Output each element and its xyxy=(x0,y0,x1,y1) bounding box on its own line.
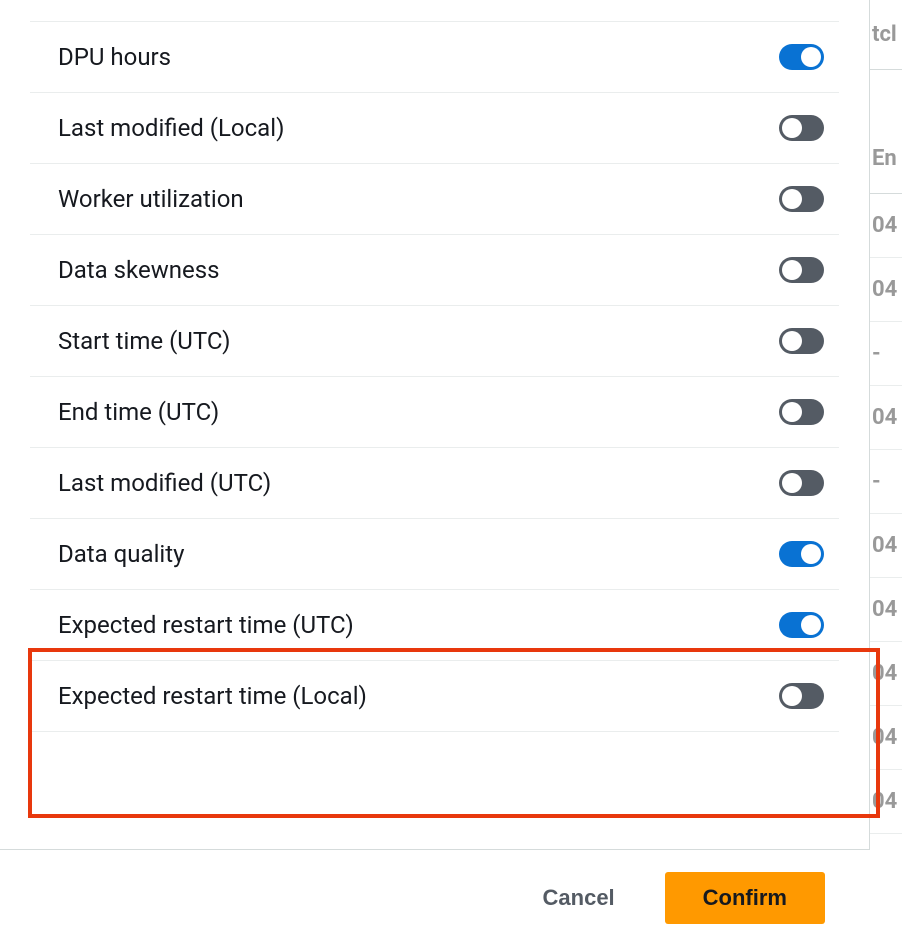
preference-row: DPU hours xyxy=(30,22,839,93)
preference-row: Last modified (UTC) xyxy=(30,448,839,519)
bg-data-cell: 04 xyxy=(870,194,902,258)
preference-label: Expected restart time (Local) xyxy=(30,682,367,710)
toggle-switch[interactable] xyxy=(779,541,824,567)
bg-data-cell: 04 xyxy=(870,386,902,450)
toggle-switch[interactable] xyxy=(779,44,824,70)
bg-header-cell: tcl xyxy=(870,0,902,70)
bg-data-cell: 04 xyxy=(870,770,902,834)
column-preferences-panel: Worker type DPU hours Last modified (Local… xyxy=(0,0,870,942)
preference-row: Worker utilization xyxy=(30,164,839,235)
preference-row: Expected restart time (Local) xyxy=(30,661,839,732)
toggle-knob xyxy=(782,189,802,209)
toggle-switch[interactable] xyxy=(779,470,824,496)
preference-label: Data skewness xyxy=(30,256,220,284)
toggle-knob xyxy=(782,473,802,493)
preference-label: Start time (UTC) xyxy=(30,327,231,355)
preference-label: Worker utilization xyxy=(30,185,244,213)
preference-label: DPU hours xyxy=(30,43,171,71)
preference-label: End time (UTC) xyxy=(30,398,219,426)
bg-data-cell: 04 xyxy=(870,258,902,322)
preference-row: Worker type xyxy=(30,0,839,22)
toggle-knob xyxy=(801,615,821,635)
toggle-knob xyxy=(782,260,802,280)
preference-label: Data quality xyxy=(30,540,184,568)
preference-row: Data quality xyxy=(30,519,839,590)
toggle-knob xyxy=(801,47,821,67)
preference-label: Last modified (UTC) xyxy=(30,469,271,497)
toggle-knob xyxy=(782,686,802,706)
preference-row: End time (UTC) xyxy=(30,377,839,448)
toggle-knob xyxy=(782,331,802,351)
toggle-knob xyxy=(782,118,802,138)
bg-data-cell: 04 xyxy=(870,514,902,578)
bg-data-cell: - xyxy=(870,322,902,386)
preference-label: Last modified (Local) xyxy=(30,114,284,142)
toggle-switch[interactable] xyxy=(779,115,824,141)
preference-row: Start time (UTC) xyxy=(30,306,839,377)
toggle-knob xyxy=(782,402,802,422)
preference-row: Last modified (Local) xyxy=(30,93,839,164)
toggle-list: Worker type DPU hours Last modified (Local… xyxy=(0,0,869,732)
toggle-switch[interactable] xyxy=(779,328,824,354)
toggle-switch[interactable] xyxy=(779,612,824,638)
background-table-fragment: tcl En 04 04 - 04 - 04 04 04 04 04 xyxy=(870,0,902,942)
cancel-button[interactable]: Cancel xyxy=(513,872,645,924)
toggle-switch[interactable] xyxy=(779,257,824,283)
toggle-switch[interactable] xyxy=(779,399,824,425)
preference-row: Expected restart time (UTC) xyxy=(30,590,839,661)
dialog-footer: Cancel Confirm xyxy=(0,849,870,942)
bg-header-cell: En xyxy=(870,124,902,194)
preference-label: Expected restart time (UTC) xyxy=(30,611,354,639)
bg-data-cell: - xyxy=(870,450,902,514)
toggle-switch[interactable] xyxy=(779,683,824,709)
preference-row: Data skewness xyxy=(30,235,839,306)
toggle-knob xyxy=(801,544,821,564)
confirm-button[interactable]: Confirm xyxy=(665,872,825,924)
toggle-switch[interactable] xyxy=(779,186,824,212)
bg-data-cell: 04 xyxy=(870,642,902,706)
bg-data-cell: 04 xyxy=(870,578,902,642)
bg-data-cell: 04 xyxy=(870,706,902,770)
